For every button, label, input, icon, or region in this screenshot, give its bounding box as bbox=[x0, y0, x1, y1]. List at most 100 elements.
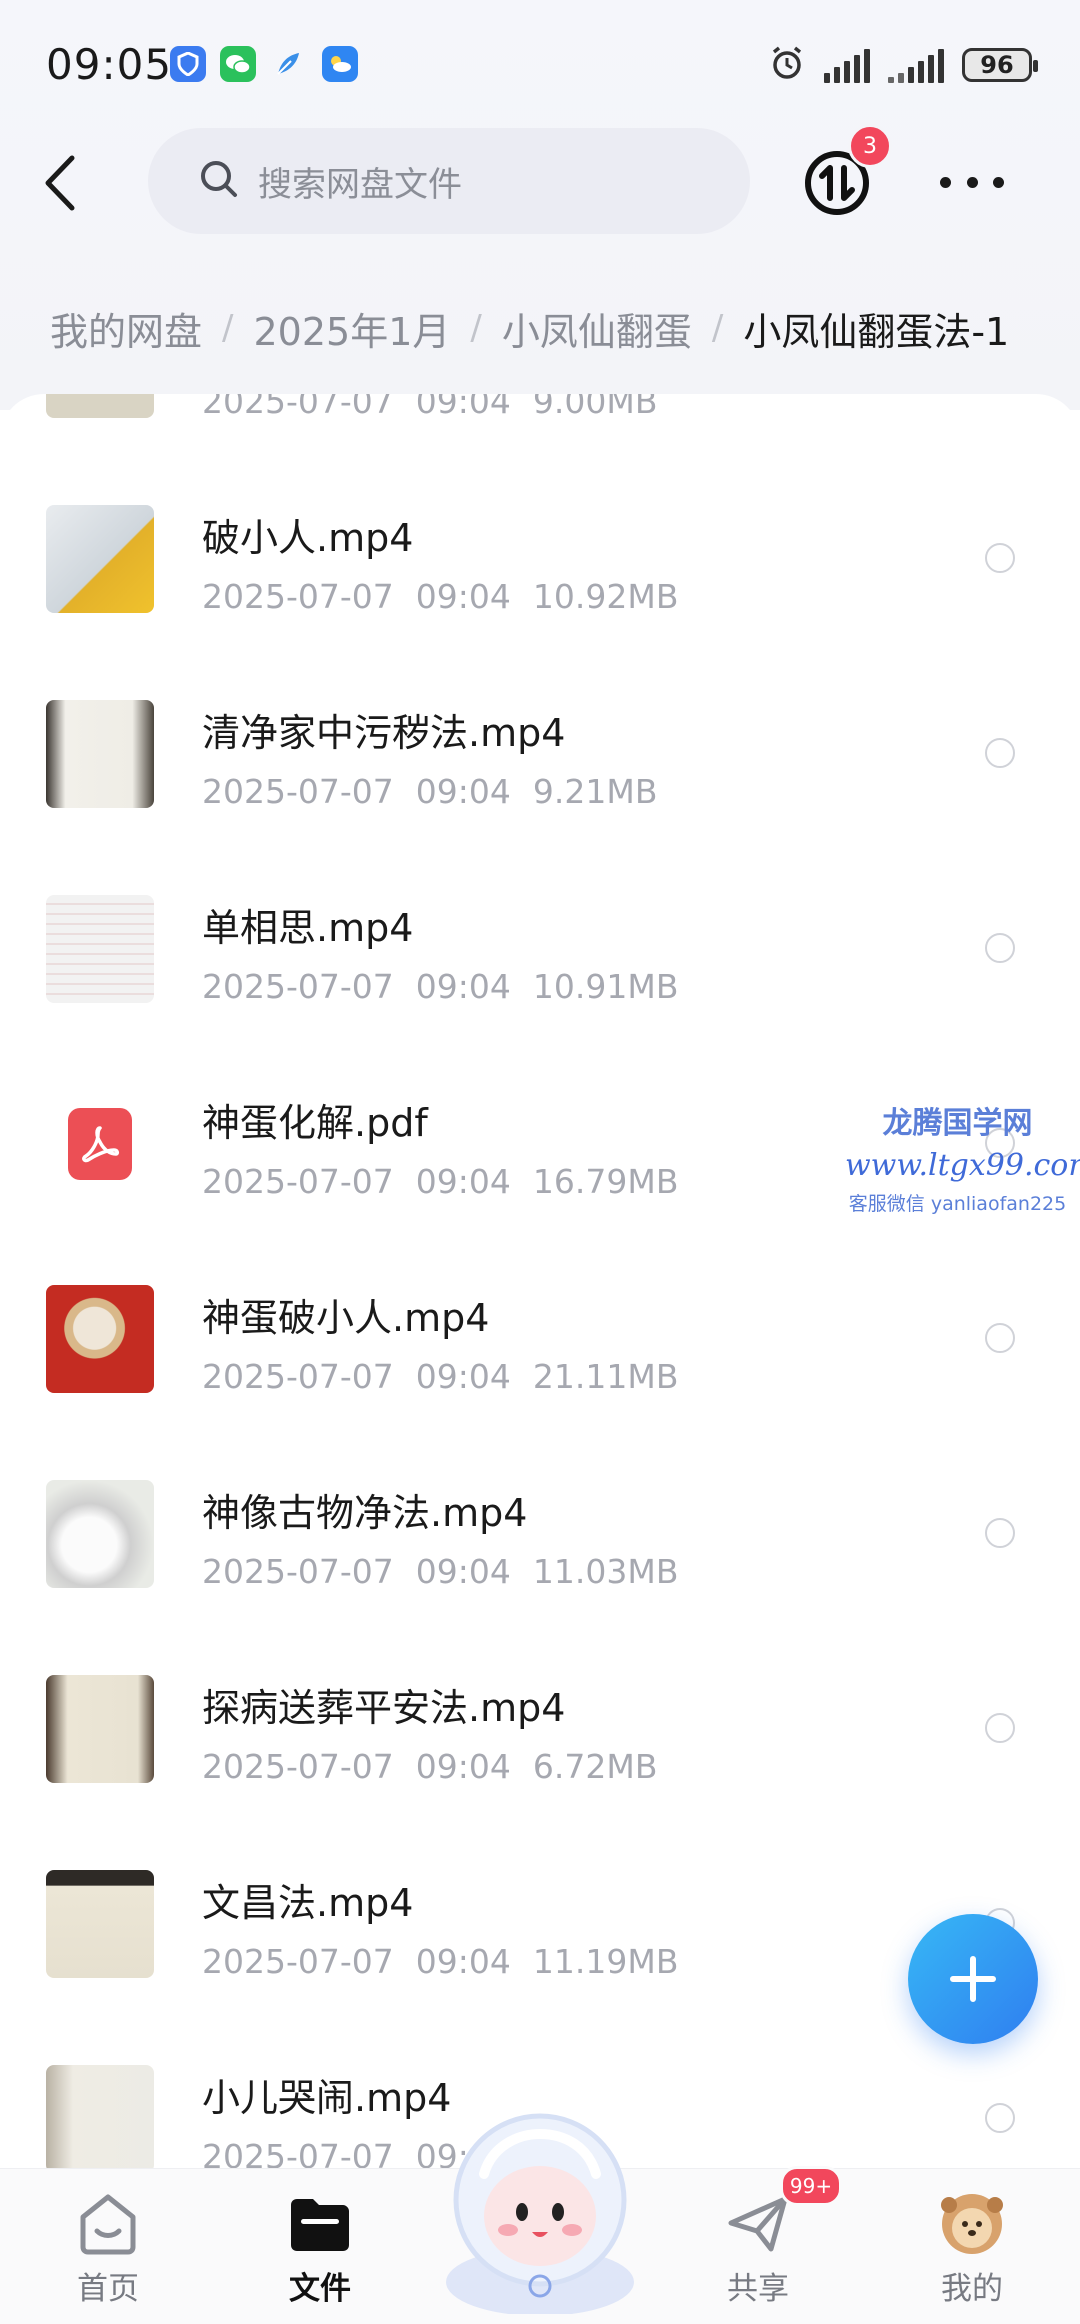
file-row[interactable]: 破小人.mp4 2025-07-07 09:04 10.92MB bbox=[0, 477, 1080, 672]
file-name: 小儿哭闹.mp4 bbox=[202, 2076, 452, 2120]
search-placeholder: 搜索网盘文件 bbox=[258, 164, 462, 205]
feather-app-icon bbox=[270, 46, 306, 82]
nav-item-me[interactable]: 我的 bbox=[902, 2179, 1042, 2319]
file-time: 09:04 bbox=[415, 1942, 511, 1981]
file-size: 16.79MB bbox=[532, 1162, 679, 1201]
file-meta: 2025-07-07 09:04 11.19MB bbox=[202, 1942, 678, 1981]
file-time: 09:04 bbox=[415, 394, 511, 421]
file-thumbnail bbox=[46, 2065, 154, 2173]
file-row[interactable]: 2025-07-07 09:04 9.00MB bbox=[0, 394, 1080, 477]
mascot-assistant-button[interactable] bbox=[432, 2104, 648, 2316]
file-thumbnail bbox=[46, 700, 154, 808]
file-thumbnail bbox=[46, 1675, 154, 1783]
file-size: 11.03MB bbox=[532, 1552, 679, 1591]
breadcrumb-item-folder[interactable]: 小凤仙翻蛋 bbox=[502, 301, 692, 356]
select-radio[interactable] bbox=[985, 933, 1015, 963]
file-row[interactable]: 单相思.mp4 2025-07-07 09:04 10.91MB bbox=[0, 867, 1080, 1062]
watermark: 龙腾国学网 www.ltgx99.com 客服微信 yanliaofan225 bbox=[845, 1098, 1080, 1216]
file-row[interactable]: 神像古物净法.mp4 2025-07-07 09:04 11.03MB bbox=[0, 1452, 1080, 1647]
file-name: 单相思.mp4 bbox=[202, 906, 414, 950]
file-row[interactable]: 神蛋破小人.mp4 2025-07-07 09:04 21.11MB bbox=[0, 1257, 1080, 1452]
file-size: 21.11MB bbox=[532, 1357, 679, 1396]
file-date: 2025-07-07 bbox=[202, 577, 394, 616]
watermark-title: 龙腾国学网 bbox=[882, 1106, 1033, 1141]
chevron-left-icon bbox=[45, 155, 75, 211]
file-date: 2025-07-07 bbox=[202, 1357, 394, 1396]
add-button[interactable] bbox=[908, 1914, 1038, 2044]
search-input[interactable]: 搜索网盘文件 bbox=[148, 128, 750, 234]
transfer-count-badge: 3 bbox=[848, 124, 892, 168]
breadcrumb-item-month[interactable]: 2025年1月 bbox=[253, 301, 450, 356]
nav-label: 文件 bbox=[289, 2271, 351, 2307]
file-date: 2025-07-07 bbox=[202, 1942, 394, 1981]
file-date: 2025-07-07 bbox=[202, 772, 394, 811]
file-date: 2025-07-07 bbox=[202, 967, 394, 1006]
select-radio[interactable] bbox=[985, 2103, 1015, 2133]
home-icon bbox=[73, 2191, 143, 2257]
breadcrumb-separator: / bbox=[711, 308, 724, 348]
more-dot-icon bbox=[993, 176, 1004, 188]
pdf-file-icon bbox=[68, 1108, 132, 1180]
mascot-icon bbox=[446, 2113, 634, 2316]
status-time: 09:05 bbox=[46, 40, 173, 89]
folder-icon bbox=[285, 2191, 355, 2257]
breadcrumb-item-root[interactable]: 我的网盘 bbox=[50, 301, 202, 356]
file-time: 09:04 bbox=[415, 967, 511, 1006]
select-radio[interactable] bbox=[985, 738, 1015, 768]
alarm-icon bbox=[768, 44, 806, 86]
file-name: 神像古物净法.mp4 bbox=[202, 1491, 528, 1535]
signal-2-icon bbox=[888, 47, 944, 83]
file-meta: 2025-07-07 09:04 16.79MB bbox=[202, 1162, 678, 1201]
file-name: 文昌法.mp4 bbox=[202, 1881, 414, 1925]
file-date: 2025-07-07 bbox=[202, 1747, 394, 1786]
watermark-url: www.ltgx99.com bbox=[845, 1148, 1080, 1183]
file-date: 2025-07-07 bbox=[202, 1162, 394, 1201]
file-time: 09:04 bbox=[415, 1357, 511, 1396]
file-time: 09:04 bbox=[415, 772, 511, 811]
nav-label: 首页 bbox=[77, 2271, 139, 2307]
file-row[interactable]: 清净家中污秽法.mp4 2025-07-07 09:04 9.21MB bbox=[0, 672, 1080, 867]
file-time: 09:04 bbox=[415, 1552, 511, 1591]
back-button[interactable] bbox=[30, 148, 94, 218]
file-meta: 2025-07-07 09:04 9.21MB bbox=[202, 772, 657, 811]
app-shield-icon bbox=[170, 46, 206, 82]
search-icon bbox=[198, 158, 240, 204]
file-thumbnail bbox=[46, 505, 154, 613]
file-date: 2025-07-07 bbox=[202, 1552, 394, 1591]
file-name: 破小人.mp4 bbox=[202, 516, 414, 560]
avatar-icon bbox=[937, 2191, 1007, 2257]
status-bar: 09:05 96 bbox=[0, 0, 1080, 130]
breadcrumb-separator: / bbox=[222, 308, 234, 348]
battery-indicator: 96 bbox=[962, 48, 1038, 82]
select-radio[interactable] bbox=[985, 543, 1015, 573]
file-size: 10.91MB bbox=[532, 967, 679, 1006]
signal-1-icon bbox=[824, 47, 870, 83]
file-size: 9.00MB bbox=[532, 394, 658, 421]
file-meta: 2025-07-07 09:04 6.72MB bbox=[202, 1747, 657, 1786]
breadcrumb: 我的网盘 / 2025年1月 / 小凤仙翻蛋 / 小凤仙翻蛋法-1 bbox=[50, 298, 1060, 358]
breadcrumb-separator: / bbox=[470, 308, 482, 348]
file-list: 2025-07-07 09:04 9.00MB 破小人.mp4 2025-07-07… bbox=[0, 394, 1080, 2174]
netdisk-file-page: 09:05 96 搜索网盘文件 3 我的网盘 / 2025年1月 / 小凤仙翻蛋… bbox=[0, 0, 1080, 2324]
watermark-contact: 客服微信 yanliaofan225 bbox=[848, 1193, 1067, 1215]
nav-item-files[interactable]: 文件 bbox=[250, 2179, 390, 2319]
nav-label: 共享 bbox=[727, 2271, 789, 2307]
more-dot-icon bbox=[940, 176, 951, 188]
select-radio[interactable] bbox=[985, 1518, 1015, 1548]
file-time: 09:04 bbox=[415, 577, 511, 616]
file-name: 清净家中污秽法.mp4 bbox=[202, 711, 566, 755]
file-thumbnail bbox=[46, 394, 154, 418]
wechat-icon bbox=[220, 46, 256, 82]
select-radio[interactable] bbox=[985, 1323, 1015, 1353]
paper-plane-icon bbox=[723, 2191, 793, 2257]
status-indicators: 96 bbox=[768, 44, 1038, 86]
file-row[interactable]: 探病送葬平安法.mp4 2025-07-07 09:04 6.72MB bbox=[0, 1647, 1080, 1842]
more-options-button[interactable] bbox=[940, 160, 1004, 204]
file-meta: 2025-07-07 09:04 10.92MB bbox=[202, 577, 678, 616]
file-meta: 2025-07-07 09:04 21.11MB bbox=[202, 1357, 678, 1396]
select-radio[interactable] bbox=[985, 1713, 1015, 1743]
file-thumbnail bbox=[46, 1285, 154, 1393]
share-count-badge: 99+ bbox=[780, 2166, 842, 2206]
nav-item-home[interactable]: 首页 bbox=[38, 2179, 178, 2319]
file-name: 探病送葬平安法.mp4 bbox=[202, 1686, 566, 1730]
